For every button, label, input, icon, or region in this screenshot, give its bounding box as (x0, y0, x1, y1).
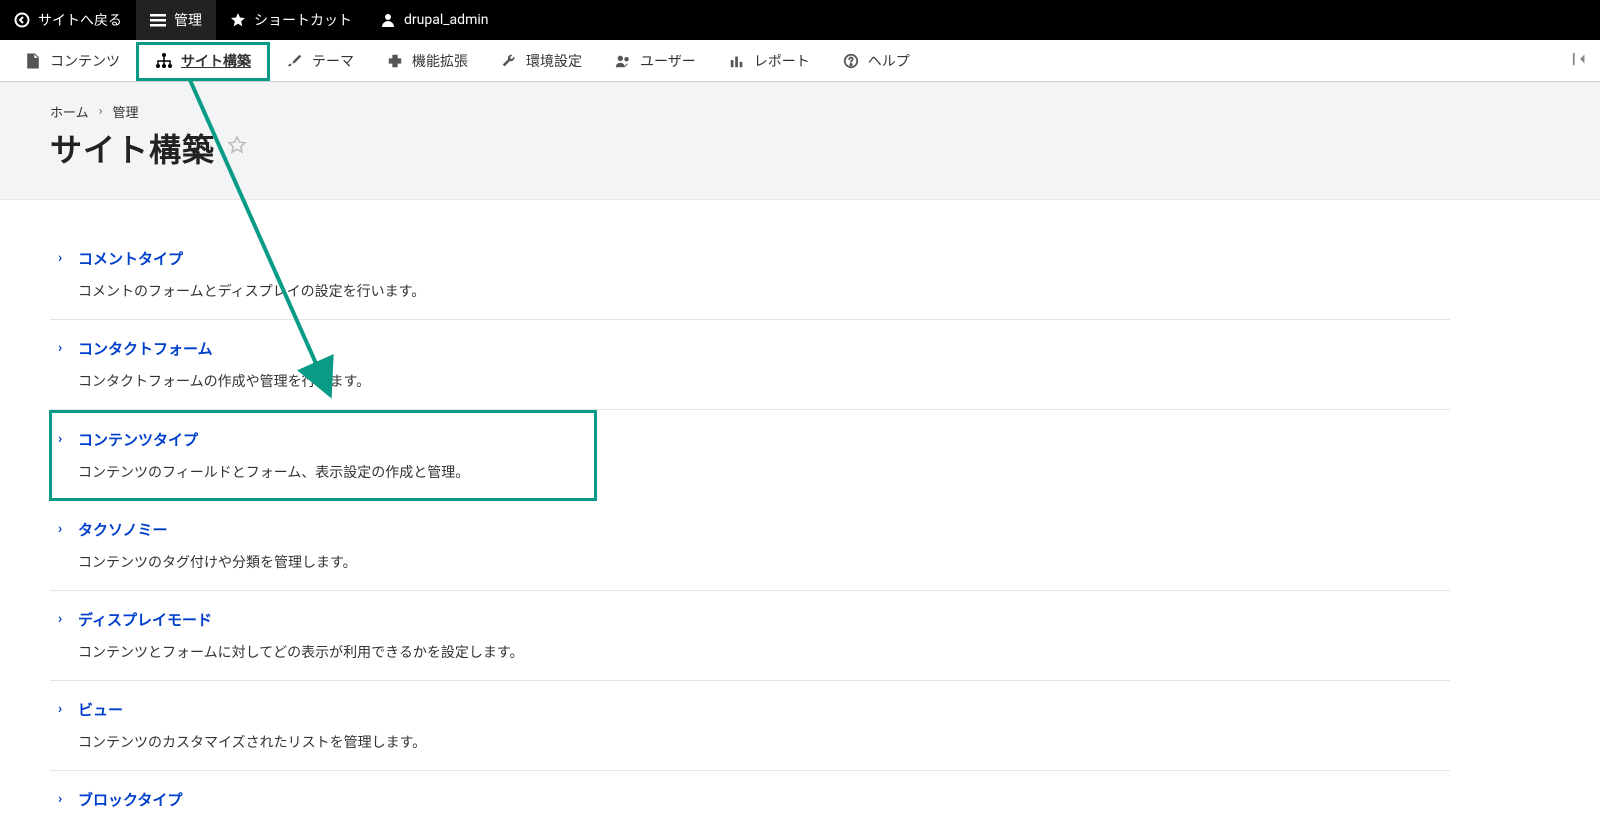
manage-toggle[interactable]: 管理 (136, 0, 216, 40)
chevron-right-icon: › (58, 250, 70, 266)
tab-structure[interactable]: サイト構築 (136, 42, 270, 81)
chevron-right-icon: › (58, 521, 70, 537)
tab-configuration[interactable]: 環境設定 (484, 40, 598, 81)
back-arrow-icon (14, 12, 30, 28)
hamburger-icon (150, 12, 166, 28)
tab-extend-label: 機能拡張 (412, 51, 468, 71)
list-item-link[interactable]: コンタクトフォーム (78, 338, 213, 359)
tab-structure-label: サイト構築 (181, 51, 251, 71)
tab-help[interactable]: ヘルプ (826, 40, 926, 81)
toolbar-top: サイトへ戻る 管理 ショートカット drupal_admin (0, 0, 1600, 40)
toolbar-orientation-toggle[interactable] (1560, 51, 1600, 71)
chevron-right-icon: › (58, 431, 70, 447)
list-item-views: › ビュー コンテンツのカスタマイズされたリストを管理します。 (50, 681, 1450, 771)
list-item-link[interactable]: ディスプレイモード (78, 609, 212, 630)
collapse-icon (1572, 55, 1588, 71)
tab-people-label: ユーザー (640, 51, 696, 71)
list-item-desc: コンタクトフォームの作成や管理を行います。 (78, 371, 1450, 391)
shortcuts-link[interactable]: ショートカット (216, 0, 366, 40)
tab-help-label: ヘルプ (868, 51, 910, 71)
tab-content[interactable]: コンテンツ (8, 40, 136, 81)
list-item-desc: コンテンツのフィールドとフォーム、表示設定の作成と管理。 (78, 462, 594, 482)
shortcuts-label: ショートカット (254, 10, 352, 30)
people-icon (614, 52, 632, 70)
bar-chart-icon (728, 52, 746, 70)
user-icon (380, 12, 396, 28)
chevron-right-icon: › (58, 701, 70, 717)
help-icon (842, 52, 860, 70)
list-item-desc: コメントのフォームとディスプレイの設定を行います。 (78, 281, 1450, 301)
back-to-site-link[interactable]: サイトへ戻る (0, 0, 136, 40)
chevron-right-icon: › (58, 611, 70, 627)
document-icon (24, 52, 42, 70)
user-label: drupal_admin (404, 12, 488, 28)
tab-content-label: コンテンツ (50, 51, 120, 71)
list-item-comment-types: › コメントタイプ コメントのフォームとディスプレイの設定を行います。 (50, 230, 1450, 320)
region-header: ホーム › 管理 サイト構築 (0, 82, 1600, 200)
manage-label: 管理 (174, 10, 202, 30)
toolbar-admin: コンテンツ サイト構築 テーマ 機能拡張 環境設定 ユーザー レポート (0, 40, 1600, 82)
chevron-right-icon: › (99, 104, 103, 119)
list-item-link[interactable]: タクソノミー (78, 519, 168, 540)
shortcut-star-toggle[interactable] (227, 135, 247, 161)
tab-extend[interactable]: 機能拡張 (370, 40, 484, 81)
hierarchy-icon (155, 52, 173, 70)
list-item-contact-forms: › コンタクトフォーム コンタクトフォームの作成や管理を行います。 (50, 320, 1450, 410)
list-item-desc: コンテンツとフォームに対してどの表示が利用できるかを設定します。 (78, 642, 1450, 662)
puzzle-icon (386, 52, 404, 70)
chevron-right-icon: › (58, 340, 70, 356)
list-item-content-types: › コンテンツタイプ コンテンツのフィールドとフォーム、表示設定の作成と管理。 (49, 410, 597, 501)
tab-people[interactable]: ユーザー (598, 40, 712, 81)
tab-configuration-label: 環境設定 (526, 51, 582, 71)
breadcrumb-home[interactable]: ホーム (50, 102, 89, 121)
admin-list: › コメントタイプ コメントのフォームとディスプレイの設定を行います。 › コン… (50, 230, 1450, 810)
user-menu[interactable]: drupal_admin (366, 0, 502, 40)
tab-reports-label: レポート (754, 51, 810, 71)
list-item-desc: コンテンツのカスタマイズされたリストを管理します。 (78, 732, 1450, 752)
back-to-site-label: サイトへ戻る (38, 10, 122, 30)
tab-reports[interactable]: レポート (712, 40, 826, 81)
star-icon (230, 12, 246, 28)
content-region: › コメントタイプ コメントのフォームとディスプレイの設定を行います。 › コン… (0, 200, 1600, 840)
tab-appearance-label: テーマ (312, 51, 354, 71)
list-item-link[interactable]: コンテンツタイプ (78, 429, 198, 450)
list-item-taxonomy: › タクソノミー コンテンツのタグ付けや分類を管理します。 (50, 501, 1450, 591)
list-item-link[interactable]: コメントタイプ (78, 248, 183, 269)
wrench-icon (500, 52, 518, 70)
brush-icon (286, 52, 304, 70)
page-title: サイト構築 (50, 125, 215, 171)
breadcrumb-admin[interactable]: 管理 (113, 102, 139, 121)
tab-appearance[interactable]: テーマ (270, 40, 370, 81)
list-item-link[interactable]: ビュー (78, 699, 123, 720)
list-item-display-modes: › ディスプレイモード コンテンツとフォームに対してどの表示が利用できるかを設定… (50, 591, 1450, 681)
list-item-link[interactable]: ブロックタイプ (78, 789, 182, 810)
breadcrumb: ホーム › 管理 (50, 102, 1550, 121)
list-item-block-types: › ブロックタイプ (50, 771, 1450, 810)
chevron-right-icon: › (58, 791, 70, 807)
list-item-desc: コンテンツのタグ付けや分類を管理します。 (78, 552, 1450, 572)
